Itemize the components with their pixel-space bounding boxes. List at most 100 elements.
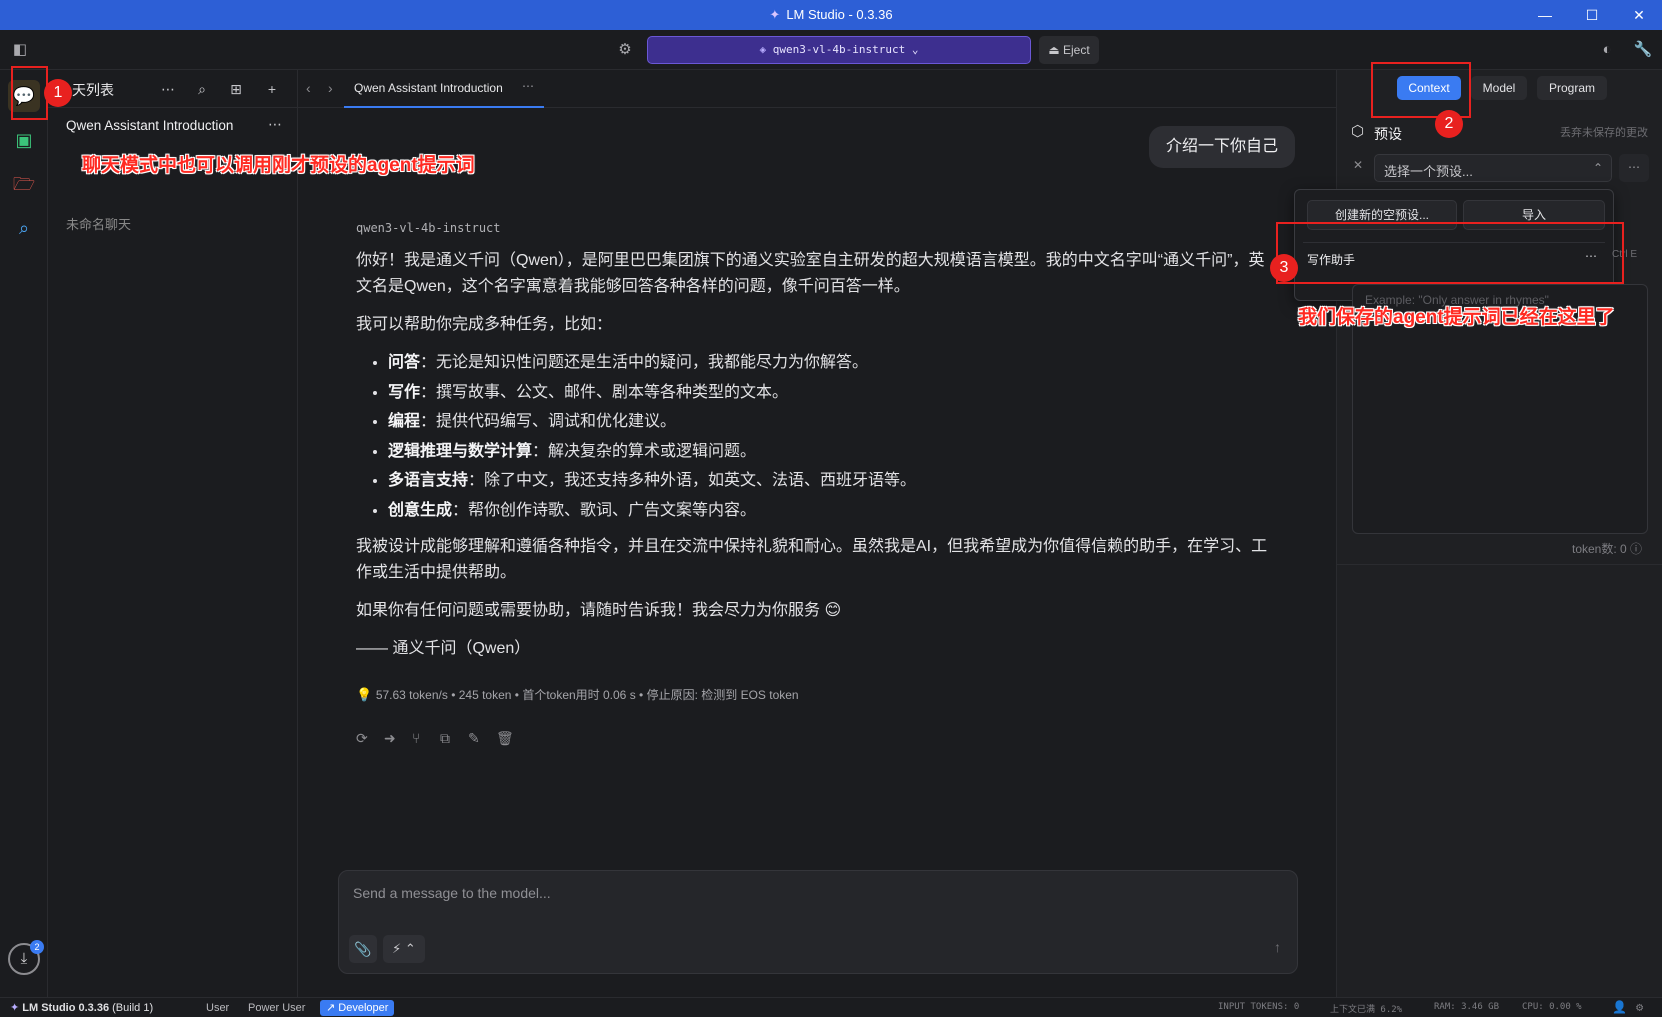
list-item-text: ：帮你创作诗歌、歌词、广告文案等内容。	[452, 501, 757, 519]
list-item-text: ：除了中文，我还支持多种外语，如英文、法语、西班牙语等。	[468, 472, 917, 489]
response-paragraph: 我被设计成能够理解和遵循各种指令，并且在交流中保持礼貌和耐心。虽然我是AI，但我…	[356, 537, 1268, 581]
new-chat-icon[interactable]: +	[262, 79, 282, 99]
response-model-name: qwen3-vl-4b-instruct	[356, 221, 501, 235]
message-input[interactable]: Send a message to the model...	[353, 885, 551, 901]
model-selector-label: qwen3-vl-4b-instruct	[772, 43, 906, 56]
preset-select[interactable]: 选择一个预设... ⌃	[1374, 154, 1612, 182]
clear-preset-icon[interactable]: ✕	[1353, 158, 1363, 172]
user-icon[interactable]: 👤	[1612, 1000, 1627, 1014]
list-item-bold: 多语言支持	[388, 472, 469, 489]
branch-icon[interactable]: ⑂	[412, 730, 440, 746]
search-icon[interactable]: ⌕	[192, 79, 212, 99]
annotation-box-3	[1276, 222, 1624, 284]
lm-studio-logo-icon: ✦	[769, 7, 781, 22]
help-icon[interactable]: ⓘ	[1630, 542, 1642, 556]
settings-icon[interactable]: ⚙	[1636, 1000, 1643, 1014]
send-icon[interactable]: ↑	[1274, 939, 1281, 955]
chat-list-panel: 天列表 ⋯ ⌕ ⊞ + Qwen Assistant Introduction …	[48, 70, 298, 997]
list-item-bold: 写作	[388, 383, 421, 401]
mode-developer-label: Developer	[338, 1002, 389, 1014]
list-item: 创意生成：帮你创作诗歌、歌词、广告文案等内容。	[388, 498, 1276, 524]
response-signature: —— 通义千问（Qwen）	[356, 639, 531, 657]
continue-icon[interactable]: ➜	[384, 730, 412, 747]
response-list: 问答：无论是知识性问题还是生活中的疑问，我都能尽力为你解答。 写作：撰写故事、公…	[388, 350, 1276, 524]
folder-label[interactable]: 未命名聊天	[66, 214, 131, 233]
terminal-icon[interactable]: ▣	[8, 124, 40, 156]
maximize-button[interactable]: ☐	[1577, 4, 1607, 26]
tab-more-icon[interactable]: ⋯	[522, 79, 534, 93]
left-rail: 💬 ▣ 🗁 ⌕ ⤓ 2	[0, 70, 48, 997]
gear-icon[interactable]: ⚙	[614, 39, 636, 61]
message-composer[interactable]: Send a message to the model... 📎 ⚡ ⌃ ↑	[338, 870, 1298, 974]
more-icon[interactable]: ⋯	[158, 79, 178, 99]
annotation-box-1	[11, 66, 48, 120]
response-paragraph: 如果你有任何问题或需要协助，请随时告诉我！我会尽力为你服务 😊	[356, 601, 842, 619]
mode-power-user[interactable]: Power User	[242, 1000, 311, 1016]
sidebar-toggle-icon[interactable]: ◧	[9, 39, 31, 61]
preset-more-icon[interactable]: ⋯	[1619, 154, 1649, 182]
chat-area: ‹ › Qwen Assistant Introduction ⋯ 介绍一下你自…	[298, 70, 1336, 997]
chevron-up-icon: ⌃	[404, 941, 416, 956]
eject-icon: ⏏	[1048, 43, 1063, 57]
stats-text: 57.63 token/s • 245 token • 首个token用时 0.…	[375, 688, 799, 702]
window-title-text: LM Studio - 0.3.36	[786, 7, 893, 22]
annotation-box-2	[1371, 62, 1471, 118]
app-version-label: LM Studio 0.3.36	[22, 1002, 110, 1014]
attach-icon[interactable]: 📎	[349, 935, 377, 963]
regenerate-icon[interactable]: ⟳	[356, 730, 384, 747]
list-item: 逻辑推理与数学计算：解决复杂的算术或逻辑问题。	[388, 439, 1276, 465]
assistant-message: 你好！我是通义千问（Qwen），是阿里巴巴集团旗下的通义实验室自主研发的超大规模…	[356, 248, 1276, 674]
mode-user[interactable]: User	[200, 1000, 235, 1016]
list-item-bold: 创意生成	[388, 501, 453, 519]
model-selector[interactable]: ◈ qwen3-vl-4b-instruct ⌄	[647, 36, 1031, 64]
response-paragraph: 你好！我是通义千问（Qwen），是阿里巴巴集团旗下的通义实验室自主研发的超大规模…	[356, 252, 1265, 295]
back-arrow-icon[interactable]: ‹	[306, 80, 311, 96]
preset-label: 预设	[1374, 126, 1402, 142]
annotation-text-2: 我们保存的agent提示词已经在这里了	[1298, 307, 1615, 328]
tab-title: Qwen Assistant Introduction	[354, 81, 503, 95]
copy-icon[interactable]: ⧉	[440, 730, 468, 747]
forward-arrow-icon[interactable]: ›	[328, 80, 333, 96]
list-item: 编程：提供代码编写、调试和优化建议。	[388, 409, 1276, 435]
app-version[interactable]: ✦ LM Studio 0.3.36 (Build 1)	[10, 1001, 153, 1014]
preset-select-value: 选择一个预设...	[1384, 164, 1473, 179]
build-label: (Build 1)	[112, 1002, 154, 1014]
list-item-text: ：提供代码编写、调试和优化建议。	[420, 413, 677, 430]
edit-icon[interactable]: ✎	[468, 730, 496, 747]
ram-usage: RAM: 3.46 GB	[1434, 1002, 1500, 1012]
plugin-selector[interactable]: ⚡ ⌃	[383, 935, 425, 963]
search-icon[interactable]: ⌕	[8, 212, 40, 244]
generation-stats: 💡 57.63 token/s • 245 token • 首个token用时 …	[356, 686, 799, 703]
window-title: ✦ LM Studio - 0.3.36	[0, 7, 1662, 23]
lightbulb-icon: 💡	[356, 687, 376, 702]
wrench-icon[interactable]: 🔧	[1632, 39, 1654, 61]
annotation-number-1: 1	[44, 79, 72, 107]
cpu-usage: CPU: 0.00 %	[1522, 1002, 1582, 1012]
list-item: 写作：撰写故事、公文、邮件、剧本等各种类型的文本。	[388, 380, 1276, 406]
chat-item-more-icon[interactable]: ⋯	[268, 116, 282, 133]
chat-item-title: Qwen Assistant Introduction	[66, 118, 234, 133]
folder-icon[interactable]: 🗁	[8, 168, 40, 200]
download-badge: 2	[30, 940, 44, 954]
minimize-button[interactable]: —	[1530, 4, 1560, 26]
tab-program[interactable]: Program	[1537, 76, 1607, 100]
list-item-bold: 编程	[388, 413, 421, 430]
close-button[interactable]: ✕	[1624, 4, 1654, 26]
chat-list-header: 天列表 ⋯ ⌕ ⊞ +	[48, 70, 298, 108]
eject-button[interactable]: ⏏ Eject	[1039, 36, 1099, 64]
new-folder-icon[interactable]: ⊞	[226, 79, 246, 99]
mode-developer[interactable]: ↗ Developer	[320, 1000, 395, 1016]
plug-icon: ⚡	[392, 941, 402, 956]
delete-icon[interactable]: 🗑	[496, 730, 524, 747]
chip-icon: ◈	[759, 43, 773, 56]
chat-list-item[interactable]: Qwen Assistant Introduction ⋯	[56, 110, 290, 142]
chat-list-title: 天列表	[72, 82, 114, 98]
token-count-text: token数: 0	[1572, 542, 1627, 556]
divider	[1336, 564, 1662, 565]
input-tokens: INPUT TOKENS: 0	[1218, 1002, 1300, 1012]
tab-chat[interactable]: Qwen Assistant Introduction ⋯	[344, 70, 544, 108]
palette-icon[interactable]: ◐	[1596, 39, 1618, 61]
tab-bar: ‹ › Qwen Assistant Introduction ⋯	[298, 70, 1336, 108]
discard-changes-link[interactable]: 丢弃未保存的更改	[1560, 124, 1648, 140]
tab-model[interactable]: Model	[1471, 76, 1527, 100]
